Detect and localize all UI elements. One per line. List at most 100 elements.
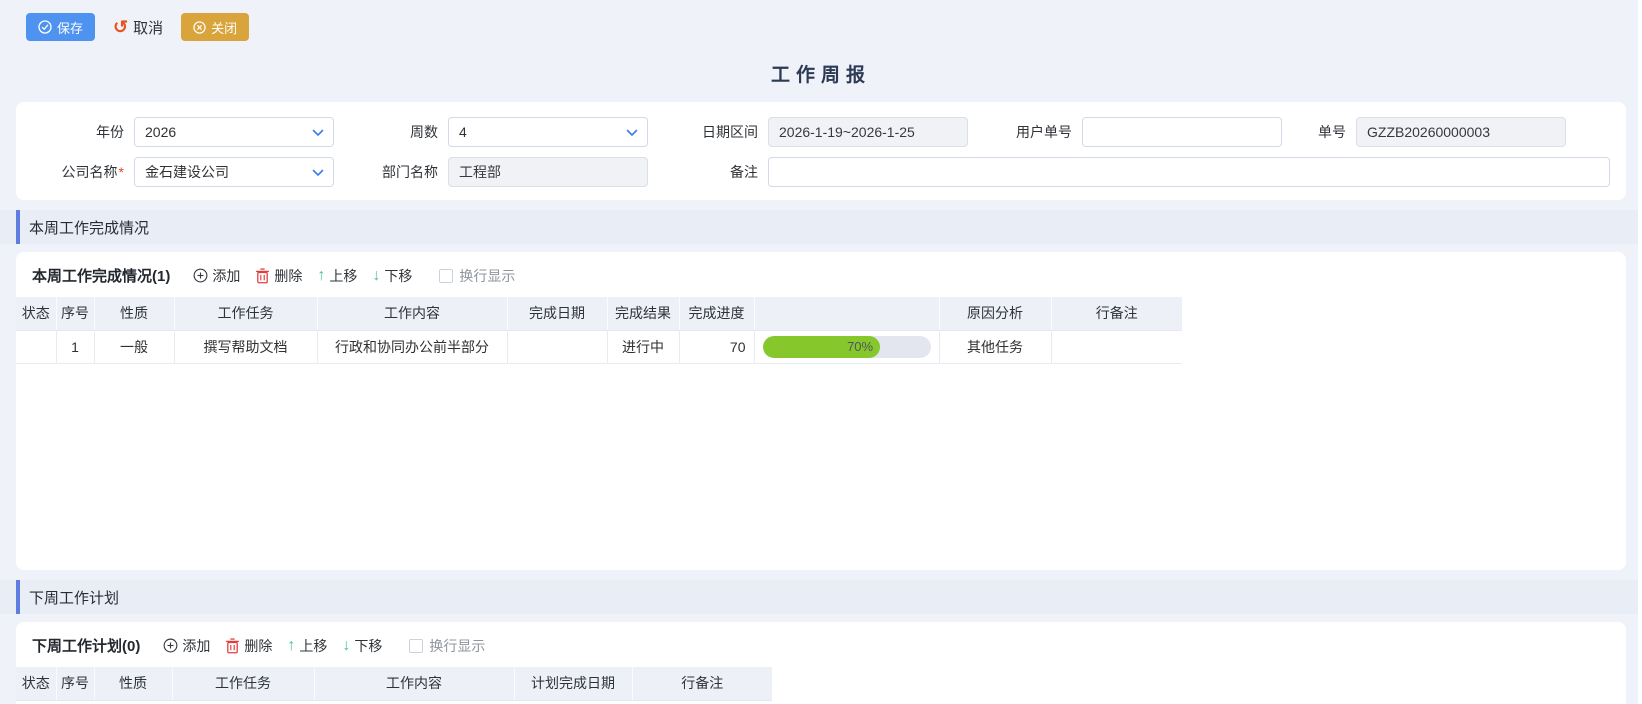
checkbox-box-icon — [409, 639, 423, 653]
close-circle-icon — [193, 21, 206, 34]
field-remark: 备注 — [658, 157, 1610, 187]
field-date-range: 日期区间 2026-1-19~2026-1-25 — [658, 117, 972, 147]
col-header-status: 状态 — [16, 297, 56, 330]
company-label-text: 公司名称 — [62, 164, 118, 180]
field-week: 周数 4 — [350, 117, 658, 147]
next-table-header-row: 状态 序号 性质 工作任务 工作内容 计划完成日期 行备注 — [16, 667, 772, 700]
company-select[interactable]: 金石建设公司 — [134, 157, 334, 187]
cell-content: 行政和协同办公前半部分 — [317, 330, 507, 363]
chevron-down-icon — [312, 129, 324, 137]
header-form-panel: 年份 2026 周数 4 日期区间 — [16, 102, 1626, 200]
delete-row-label: 删除 — [244, 636, 272, 656]
col-header-row-remark: 行备注 — [632, 667, 772, 700]
section-accent-bar — [16, 210, 20, 244]
next-week-table: 状态 序号 性质 工作任务 工作内容 计划完成日期 行备注 — [16, 667, 772, 701]
cell-seq: 1 — [56, 330, 94, 363]
field-user-doc-no: 用户单号 — [972, 117, 1290, 147]
trash-icon — [255, 268, 270, 284]
page-title: 工作周报 — [0, 60, 1642, 86]
col-header-progress: 完成进度 — [679, 297, 754, 330]
col-header-finish-date: 完成日期 — [507, 297, 607, 330]
week-work-table: 状态 序号 性质 工作任务 工作内容 完成日期 完成结果 完成进度 原因分析 行… — [16, 297, 1182, 364]
section-week-work: 本周工作完成情况 — [0, 210, 1642, 244]
date-range-label: 日期区间 — [658, 122, 758, 142]
doc-no-value: GZZB20260000003 — [1367, 124, 1490, 140]
arrow-down-icon: ↓ — [342, 638, 350, 654]
date-range-value: 2026-1-19~2026-1-25 — [779, 124, 915, 140]
wrap-display-label: 换行显示 — [429, 636, 485, 656]
close-button-label: 关闭 — [211, 18, 237, 37]
remark-input[interactable] — [768, 157, 1610, 187]
col-header-result: 完成结果 — [607, 297, 679, 330]
user-doc-no-label: 用户单号 — [972, 122, 1072, 142]
trash-icon — [225, 638, 240, 654]
week-add-row-button[interactable]: 添加 — [193, 266, 240, 286]
col-header-task: 工作任务 — [174, 297, 317, 330]
required-asterisk: * — [119, 164, 124, 180]
next-delete-row-button[interactable]: 删除 — [225, 636, 272, 656]
next-move-up-button[interactable]: ↑ 上移 — [287, 636, 327, 656]
user-doc-no-input[interactable] — [1082, 117, 1282, 147]
remark-label: 备注 — [658, 162, 758, 182]
doc-no-label: 单号 — [1290, 122, 1346, 142]
check-circle-icon — [38, 20, 52, 34]
year-select[interactable]: 2026 — [134, 117, 334, 147]
arrow-up-icon: ↑ — [287, 638, 295, 654]
cell-nature: 一般 — [94, 330, 174, 363]
plus-circle-icon — [163, 638, 178, 653]
arrow-up-icon: ↑ — [317, 268, 325, 284]
next-wrap-display-checkbox[interactable]: 换行显示 — [409, 636, 485, 656]
progress-fill: 70% — [763, 336, 881, 358]
field-department: 部门名称 工程部 — [350, 157, 658, 187]
week-move-up-button[interactable]: ↑ 上移 — [317, 266, 357, 286]
doc-no-field: GZZB20260000003 — [1356, 117, 1566, 147]
checkbox-box-icon — [439, 269, 453, 283]
add-row-label: 添加 — [182, 636, 210, 656]
week-select[interactable]: 4 — [448, 117, 648, 147]
field-company: 公司名称* 金石建设公司 — [32, 157, 350, 187]
next-grid-title: 下周工作计划(0) — [32, 635, 140, 656]
col-header-seq: 序号 — [56, 297, 94, 330]
top-toolbar: 保存 ↺ 取消 关闭 — [0, 0, 1642, 42]
progress-bar: 70% — [763, 336, 931, 358]
header-form-grid: 年份 2026 周数 4 日期区间 — [32, 117, 1610, 187]
cell-progress-bar: 70% — [754, 330, 939, 363]
section-next-week-plan: 下周工作计划 — [0, 580, 1642, 614]
col-header-plan-finish-date: 计划完成日期 — [514, 667, 632, 700]
close-button[interactable]: 关闭 — [181, 13, 249, 41]
field-doc-no: 单号 GZZB20260000003 — [1290, 117, 1610, 147]
cell-task: 撰写帮助文档 — [174, 330, 317, 363]
col-header-status: 状态 — [16, 667, 56, 700]
section-accent-bar — [16, 580, 20, 614]
cell-status — [16, 330, 56, 363]
col-header-task: 工作任务 — [172, 667, 314, 700]
year-select-value: 2026 — [145, 124, 176, 140]
col-header-seq: 序号 — [56, 667, 94, 700]
cell-row-remark — [1051, 330, 1182, 363]
week-wrap-display-checkbox[interactable]: 换行显示 — [439, 266, 515, 286]
move-up-label: 上移 — [299, 636, 327, 656]
add-row-label: 添加 — [212, 266, 240, 286]
move-up-label: 上移 — [329, 266, 357, 286]
week-delete-row-button[interactable]: 删除 — [255, 266, 302, 286]
cancel-button[interactable]: ↺ 取消 — [113, 17, 163, 38]
week-select-value: 4 — [459, 124, 467, 140]
cancel-button-label: 取消 — [133, 17, 163, 38]
undo-icon: ↺ — [113, 18, 128, 36]
week-grid-toolbar: 本周工作完成情况(1) 添加 删除 — [16, 252, 1626, 297]
next-add-row-button[interactable]: 添加 — [163, 636, 210, 656]
table-row[interactable]: 1 一般 撰写帮助文档 行政和协同办公前半部分 进行中 70 70% — [16, 330, 1182, 363]
scrollbar-track[interactable] — [1638, 0, 1642, 704]
chevron-down-icon — [626, 129, 638, 137]
section-next-title: 下周工作计划 — [29, 587, 119, 608]
move-down-label: 下移 — [354, 636, 382, 656]
week-label: 周数 — [350, 122, 438, 142]
cell-reason: 其他任务 — [939, 330, 1051, 363]
next-grid-panel: 下周工作计划(0) 添加 删除 ↑ — [16, 622, 1626, 704]
save-button[interactable]: 保存 — [26, 13, 95, 41]
company-label: 公司名称* — [32, 162, 124, 182]
col-header-progress-bar — [754, 297, 939, 330]
next-move-down-button[interactable]: ↓ 下移 — [342, 636, 382, 656]
cell-finish-date — [507, 330, 607, 363]
week-move-down-button[interactable]: ↓ 下移 — [372, 266, 412, 286]
